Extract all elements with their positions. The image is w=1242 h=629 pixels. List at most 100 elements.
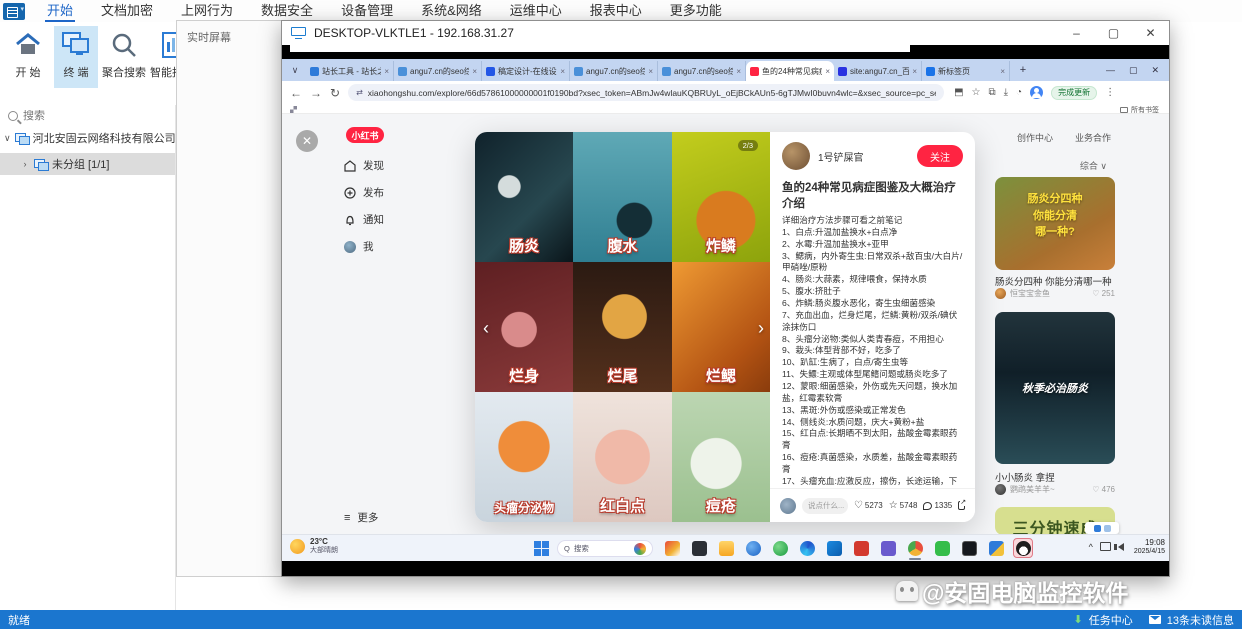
browser-tab-4[interactable]: angu7.cn的seo综合查询× (570, 61, 658, 81)
business-link[interactable]: 业务合作 (1075, 131, 1111, 144)
like-count[interactable]: ♡ 476 (1092, 485, 1115, 494)
weather-widget[interactable]: 23°C 大部晴朗 (290, 538, 338, 554)
cast-icon[interactable]: ⬒ (954, 87, 963, 98)
unread-messages-button[interactable]: 13条未读信息 (1167, 612, 1234, 628)
task-center-button[interactable]: 任务中心 (1089, 612, 1133, 628)
apps-grid-icon[interactable] (290, 106, 297, 113)
qq-icon[interactable] (1013, 538, 1033, 558)
creator-center-link[interactable]: 创作中心 (1017, 131, 1053, 144)
history-icon[interactable]: ◔ (1016, 87, 1022, 98)
browser-tab-active[interactable]: 鱼的24种常见病症图鉴× (746, 61, 834, 81)
taskbar-search[interactable]: Q 搜索 (557, 540, 653, 557)
related-card-2[interactable]: 秋季必治肠炎 (995, 312, 1115, 464)
sidebar-item-me[interactable]: 我 (344, 239, 384, 254)
reload-icon[interactable]: ↻ (330, 86, 340, 100)
tree-search-input[interactable] (23, 110, 153, 122)
menu-tab-web-behavior[interactable]: 上网行为 (167, 0, 247, 22)
menu-tab-doc-encrypt[interactable]: 文档加密 (87, 0, 167, 22)
pen-app-icon[interactable] (662, 538, 682, 558)
menu-tab-more[interactable]: 更多功能 (656, 0, 736, 22)
menu-tab-device-mgmt[interactable]: 设备管理 (327, 0, 407, 22)
note-close-button[interactable]: ✕ (296, 130, 318, 152)
related-title-2[interactable]: 小小肠炎 拿捏 (995, 470, 1115, 484)
agent-app-icon[interactable] (986, 538, 1006, 558)
teams-blue-icon[interactable] (743, 538, 763, 558)
collapse-icon[interactable]: ∨ (4, 133, 11, 144)
menu-tab-system-network[interactable]: 系统&网络 (407, 0, 496, 22)
avatar[interactable] (995, 484, 1006, 495)
maximize-button[interactable]: ▢ (1095, 21, 1132, 45)
browser-tab-8[interactable]: 新标签页× (922, 61, 1010, 81)
tree-node-company[interactable]: ∨ 河北安固云网络科技有限公司 [1/1] (0, 127, 175, 149)
comment-input[interactable]: 说点什么... (802, 498, 848, 514)
address-bar[interactable]: ⇄ xiaohongshu.com/explore/66d57861000000… (348, 84, 944, 101)
next-image-arrow[interactable]: › (758, 318, 764, 339)
tab-close-icon[interactable]: × (384, 67, 389, 76)
browser-restore-button[interactable]: ▢ (1129, 65, 1138, 76)
profile-avatar[interactable] (1030, 86, 1043, 99)
tablet-mode-icon[interactable] (1100, 542, 1111, 551)
tab-close-icon[interactable]: × (912, 67, 917, 76)
back-icon[interactable]: ← (290, 86, 302, 100)
chrome-icon[interactable] (905, 538, 925, 558)
ribbon-search-button[interactable]: 聚合搜索 (102, 26, 146, 88)
tab-close-icon[interactable]: × (736, 67, 741, 76)
tab-close-icon[interactable]: × (1000, 67, 1005, 76)
menu-dots-icon[interactable]: ⋮ (1105, 87, 1115, 98)
browser-close-button[interactable]: ✕ (1151, 65, 1159, 76)
sort-dropdown[interactable]: 综合 ∨ (1080, 159, 1107, 172)
new-tab-button[interactable]: + (1014, 61, 1032, 79)
collect-stat[interactable]: ☆5748 (889, 500, 918, 511)
like-stat[interactable]: ♡5273 (854, 500, 883, 511)
capture-app-icon[interactable] (959, 538, 979, 558)
browser-tab-5[interactable]: angu7.cn的seo综合查询× (658, 61, 746, 81)
outlook-icon[interactable] (824, 538, 844, 558)
download-icon[interactable]: ⤓ (1004, 87, 1008, 98)
sidebar-item-discover[interactable]: 发现 (344, 158, 384, 173)
related-card-1[interactable]: 肠炎分四种 你能分清 哪一种? (995, 177, 1115, 270)
sidebar-item-more[interactable]: ≡ 更多 (344, 510, 378, 525)
speaker-icon[interactable] (1118, 543, 1124, 551)
tree-search[interactable] (0, 105, 175, 127)
expand-icon[interactable]: › (20, 159, 30, 169)
tab-close-icon[interactable]: × (560, 67, 565, 76)
related-title-1[interactable]: 肠炎分四种 你能分清哪一种 (995, 274, 1115, 288)
tree-node-ungrouped[interactable]: › 未分组 [1/1] (0, 153, 175, 175)
menu-tab-ops-center[interactable]: 运维中心 (496, 0, 576, 22)
ribbon-terminal-button[interactable]: 终 端 (54, 26, 98, 88)
wechat-icon[interactable] (932, 538, 952, 558)
edge-icon[interactable] (797, 538, 817, 558)
file-explorer-icon[interactable] (716, 538, 736, 558)
menu-tab-start[interactable]: 开始 (33, 0, 87, 22)
office-purple-icon[interactable] (878, 538, 898, 558)
browser-tab-1[interactable]: 站长工具 - 站长之家× (306, 61, 394, 81)
start-button[interactable] (534, 541, 549, 556)
remote-window-titlebar[interactable]: DESKTOP-VLKTLE1 - 192.168.31.27 (282, 21, 1169, 45)
tab-search-button[interactable]: ∨ (286, 61, 304, 79)
menu-tab-report-center[interactable]: 报表中心 (576, 0, 656, 22)
share-icon[interactable] (958, 501, 965, 510)
green-app-icon[interactable] (770, 538, 790, 558)
sidebar-item-publish[interactable]: 发布 (344, 185, 384, 200)
wps-icon[interactable] (851, 538, 871, 558)
minimize-button[interactable]: – (1058, 21, 1095, 45)
tab-close-icon[interactable]: × (825, 67, 830, 76)
xiaohongshu-logo[interactable]: 小红书 (346, 127, 384, 143)
close-button[interactable]: ✕ (1132, 21, 1169, 45)
taskbar-clock[interactable]: 19:08 2025/4/15 (1134, 538, 1165, 556)
follow-button[interactable]: 关注 (917, 145, 963, 167)
author-avatar[interactable] (782, 142, 810, 170)
prev-image-arrow[interactable]: ‹ (483, 318, 489, 339)
author-name[interactable]: 1号铲屎官 (818, 149, 864, 164)
tray-expand-icon[interactable]: ^ (1089, 542, 1093, 552)
avatar[interactable] (995, 288, 1006, 299)
menu-tab-data-security[interactable]: 数据安全 (247, 0, 327, 22)
extension-icon[interactable]: ⧉ (988, 87, 995, 98)
sidebar-item-notifications[interactable]: 通知 (344, 212, 384, 227)
like-count[interactable]: ♡ 251 (1092, 289, 1115, 298)
bookmark-star-icon[interactable]: ☆ (972, 87, 981, 98)
site-info-icon[interactable]: ⇄ (356, 88, 363, 97)
monitor-app-icon[interactable] (689, 538, 709, 558)
ribbon-home-button[interactable]: 开 始 (6, 26, 50, 88)
tab-close-icon[interactable]: × (472, 67, 477, 76)
